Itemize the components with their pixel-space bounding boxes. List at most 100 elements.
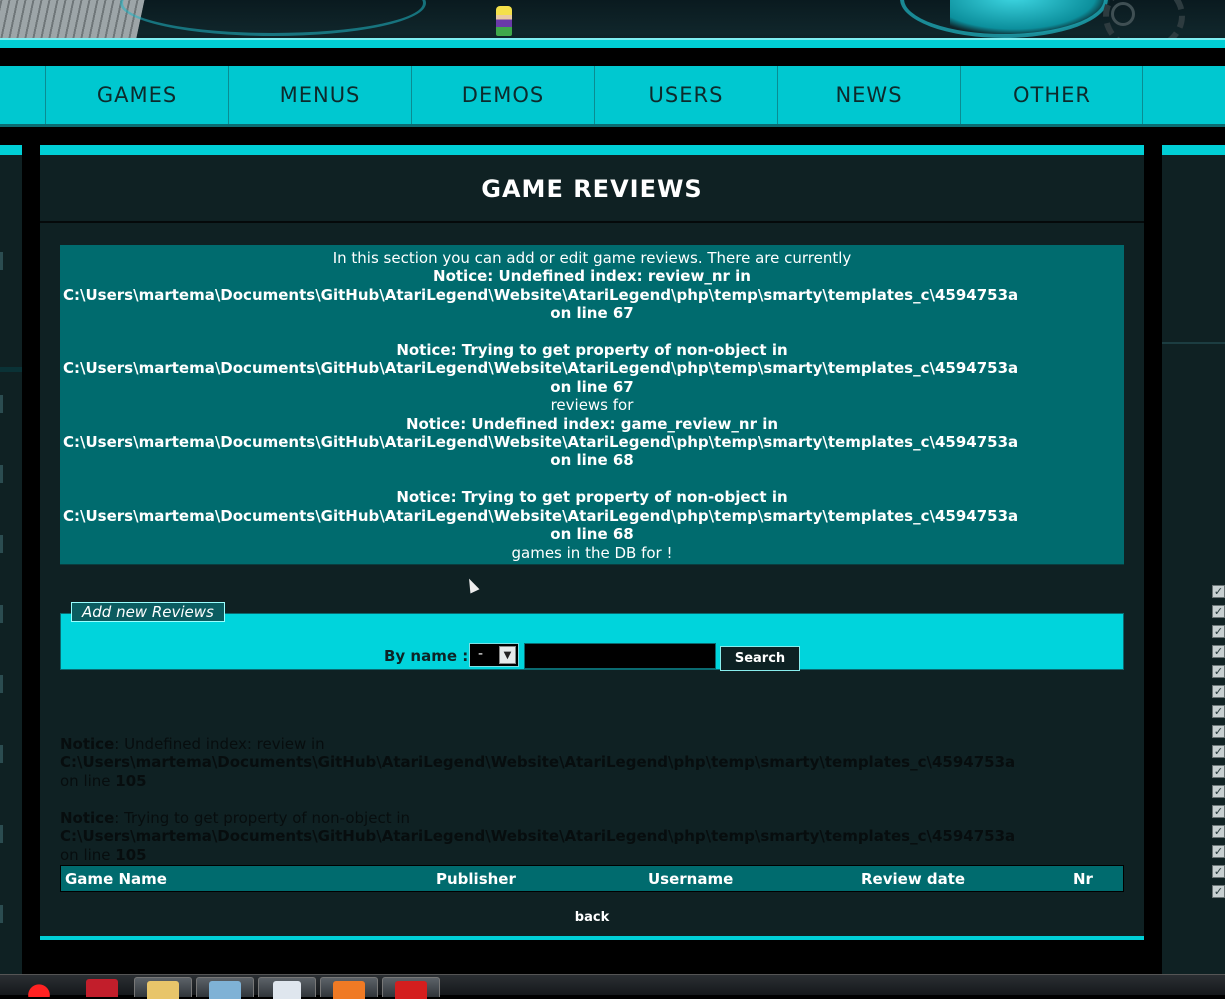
left-sidebar-tick xyxy=(0,825,3,843)
taskbar-button[interactable] xyxy=(258,977,316,999)
left-sidebar-tick xyxy=(0,745,3,763)
nav-other[interactable]: OTHER xyxy=(960,66,1143,124)
line-prefix: on line xyxy=(60,771,116,790)
nav-games[interactable]: GAMES xyxy=(45,66,228,124)
row-checkbox[interactable]: ✓ xyxy=(1212,725,1225,738)
right-sidebar-cap xyxy=(1162,145,1225,155)
document-icon xyxy=(273,981,301,999)
search-button[interactable]: Search xyxy=(720,646,800,671)
by-name-label: By name : xyxy=(384,647,469,665)
notice-path: C:\Users\martema\Documents\GitHub\AtariL… xyxy=(63,285,1019,304)
notice-text: Notice: Trying to get property of non-ob… xyxy=(396,341,788,360)
running-character-icon xyxy=(496,6,512,36)
banner-stripe xyxy=(0,38,1225,48)
outro-text: games in the DB for ! xyxy=(511,543,673,562)
line-prefix: on line xyxy=(60,845,116,864)
column-publisher[interactable]: Publisher xyxy=(436,870,516,888)
lower-notice: Notice: Undefined index: review in C:\Us… xyxy=(60,735,1144,790)
left-sidebar-tick xyxy=(0,395,3,413)
taskbar xyxy=(0,974,1225,999)
nav-spacer xyxy=(1142,66,1225,124)
notice-line-number: on line 105 xyxy=(60,846,1144,864)
right-frame-bar xyxy=(1144,145,1162,975)
main-panel: GAME REVIEWS In this section you can add… xyxy=(40,145,1144,940)
left-sidebar-tick xyxy=(0,605,3,623)
notice-line: on line 67 xyxy=(550,377,634,396)
notice-line-1: Notice: Trying to get property of non-ob… xyxy=(60,809,1144,827)
notice-path: C:\Users\martema\Documents\GitHub\AtariL… xyxy=(63,433,1019,452)
editor-icon xyxy=(209,981,241,999)
chevron-down-icon[interactable]: ▼ xyxy=(499,646,516,664)
left-sidebar-tick xyxy=(0,252,3,270)
notice-text: Notice: Trying to get property of non-ob… xyxy=(396,488,788,507)
left-frame-bar xyxy=(22,145,40,975)
notice-line-number: on line 105 xyxy=(60,772,1144,790)
notice-label: Notice xyxy=(60,809,115,827)
column-game-name[interactable]: Game Name xyxy=(65,870,167,888)
left-sidebar-tick xyxy=(0,675,3,693)
row-checkbox[interactable]: ✓ xyxy=(1212,645,1225,658)
notice-label: Notice xyxy=(60,735,115,753)
notice-path: C:\Users\martema\Documents\GitHub\AtariL… xyxy=(60,753,1016,772)
notice-text: Notice: Undefined index: game_review_nr … xyxy=(405,414,779,433)
left-sidebar-divider xyxy=(0,367,22,372)
row-checkbox[interactable]: ✓ xyxy=(1212,765,1225,778)
banner-swirl xyxy=(120,0,426,36)
notice-line: on line 68 xyxy=(550,451,634,470)
column-review-date[interactable]: Review date xyxy=(861,870,965,888)
notice-message: : Trying to get property of non-object i… xyxy=(114,809,411,827)
row-checkbox[interactable]: ✓ xyxy=(1212,665,1225,678)
taskbar-button[interactable] xyxy=(382,977,440,999)
line-number: 105 xyxy=(115,845,147,864)
notice-message: : Undefined index: review in xyxy=(114,735,325,753)
row-checkbox[interactable]: ✓ xyxy=(1212,625,1225,638)
reviews-table-header: Game Name Publisher Username Review date… xyxy=(60,865,1124,892)
column-username[interactable]: Username xyxy=(648,870,733,888)
name-letter-select[interactable]: - ▼ xyxy=(469,643,519,667)
folder-icon xyxy=(147,981,179,999)
taskbar-button[interactable] xyxy=(134,977,192,999)
row-checkbox[interactable]: ✓ xyxy=(1212,805,1225,818)
notice-path: C:\Users\martema\Documents\GitHub\AtariL… xyxy=(63,506,1019,525)
nav-demos[interactable]: DEMOS xyxy=(411,66,594,124)
row-checkbox[interactable]: ✓ xyxy=(1212,705,1225,718)
vivaldi-icon[interactable] xyxy=(86,979,118,997)
left-sidebar xyxy=(0,145,22,975)
title-divider xyxy=(40,221,1144,223)
nav-menus[interactable]: MENUS xyxy=(228,66,411,124)
row-checkbox[interactable]: ✓ xyxy=(1212,845,1225,858)
notice-box: In this section you can add or edit game… xyxy=(60,245,1124,565)
row-checkbox[interactable]: ✓ xyxy=(1212,605,1225,618)
row-checkbox[interactable]: ✓ xyxy=(1212,585,1225,598)
notice-line-1: Notice: Undefined index: review in xyxy=(60,735,1144,753)
search-input[interactable] xyxy=(524,643,716,669)
add-reviews-legend: Add new Reviews xyxy=(71,602,225,622)
taskbar-button[interactable] xyxy=(320,977,378,999)
intro-text: In this section you can add or edit game… xyxy=(332,249,852,267)
page-title: GAME REVIEWS xyxy=(481,175,703,203)
nav-users[interactable]: USERS xyxy=(594,66,777,124)
opera-icon[interactable] xyxy=(22,979,56,997)
column-nr[interactable]: Nr xyxy=(1073,870,1093,888)
line-number: 105 xyxy=(115,771,147,790)
row-checkbox[interactable]: ✓ xyxy=(1212,785,1225,798)
notice-text: Notice: Undefined index: review_nr in xyxy=(433,267,751,286)
taskbar-button[interactable] xyxy=(196,977,254,999)
xampp-icon xyxy=(333,981,365,999)
middle-text: reviews for xyxy=(550,396,634,415)
nav-news[interactable]: NEWS xyxy=(777,66,960,124)
left-sidebar-tick xyxy=(0,465,3,483)
row-checkbox[interactable]: ✓ xyxy=(1212,825,1225,838)
row-checkbox[interactable]: ✓ xyxy=(1212,685,1225,698)
left-sidebar-tick xyxy=(0,535,3,553)
row-checkbox[interactable]: ✓ xyxy=(1212,885,1225,898)
row-checkbox[interactable]: ✓ xyxy=(1212,745,1225,758)
notice-path: C:\Users\martema\Documents\GitHub\AtariL… xyxy=(63,359,1019,378)
lower-notice: Notice: Trying to get property of non-ob… xyxy=(60,809,1144,864)
row-checkbox[interactable]: ✓ xyxy=(1212,865,1225,878)
left-sidebar-tick xyxy=(0,905,3,923)
app-icon xyxy=(395,981,427,999)
back-link[interactable]: back xyxy=(40,910,1144,925)
notice-line: on line 68 xyxy=(550,525,634,544)
